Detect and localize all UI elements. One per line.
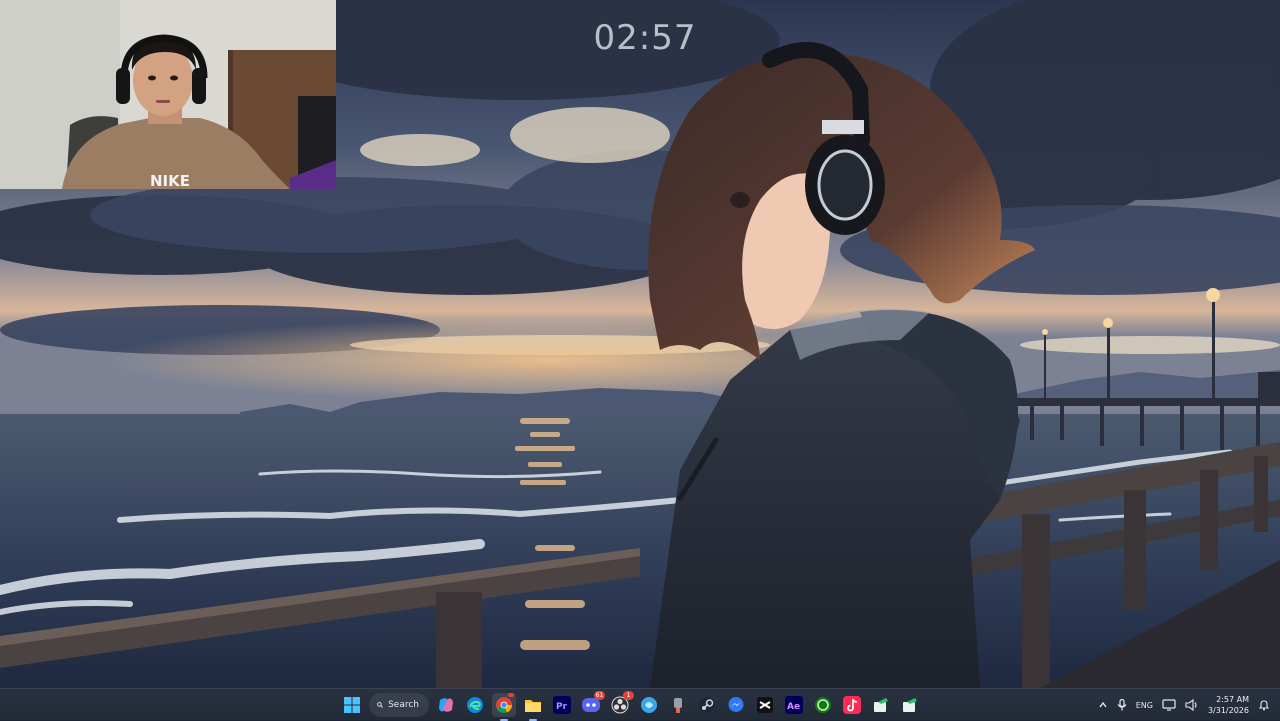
language-indicator[interactable]: ENG [1136, 701, 1153, 710]
capcut-icon[interactable] [753, 693, 777, 717]
app-green-2-icon[interactable] [898, 693, 922, 717]
edge-icon[interactable] [463, 693, 487, 717]
webcam-feed: NIKE [0, 0, 336, 189]
file-explorer-icon[interactable] [521, 693, 545, 721]
network-icon[interactable] [1162, 699, 1176, 711]
svg-text:Pr: Pr [556, 702, 568, 712]
discord-icon[interactable]: 61 [579, 691, 605, 717]
desktop-clock-widget: 02:57 [593, 18, 697, 58]
taskbar-search-button[interactable]: Search [369, 693, 429, 717]
webcam-overlay: NIKE [0, 0, 336, 189]
taskbar-apps: Search Pr 61 1 Ae [340, 689, 922, 721]
chrome-icon[interactable] [492, 693, 516, 721]
shirt-logo-text: NIKE [150, 172, 190, 189]
after-effects-icon[interactable]: Ae [782, 693, 806, 717]
premiere-pro-icon[interactable]: Pr [550, 693, 574, 717]
windows-start-icon[interactable] [340, 693, 364, 717]
taskbar: Search Pr 61 1 Ae ENG 2:57 AM 3/31/2026 [0, 688, 1280, 721]
obs-badge: 1 [623, 691, 634, 700]
search-icon [377, 702, 383, 708]
taskbar-date: 3/31/2026 [1207, 706, 1249, 715]
system-tray: ENG 2:57 AM 3/31/2026 [1098, 689, 1280, 721]
paint-icon[interactable] [666, 693, 690, 717]
obs-icon[interactable]: 1 [608, 691, 634, 717]
chevron-up-icon[interactable] [1098, 700, 1108, 710]
volume-icon[interactable] [1185, 699, 1199, 711]
steam-icon[interactable] [695, 693, 719, 717]
messenger-icon[interactable] [724, 693, 748, 717]
copilot-icon[interactable] [434, 693, 458, 717]
search-label: Search [388, 700, 419, 710]
taskbar-clock[interactable]: 2:57 AM 3/31/2026 [1208, 694, 1249, 716]
app-blue-icon[interactable] [637, 693, 661, 717]
app-green-1-icon[interactable] [869, 693, 893, 717]
notification-bell-icon[interactable] [1258, 699, 1270, 711]
svg-text:Ae: Ae [787, 702, 800, 712]
taskbar-time: 2:57 AM [1216, 695, 1249, 704]
microphone-icon[interactable] [1117, 699, 1127, 711]
xbox-icon[interactable] [811, 693, 835, 717]
discord-badge: 61 [594, 691, 605, 700]
tiktok-icon[interactable] [840, 693, 864, 717]
